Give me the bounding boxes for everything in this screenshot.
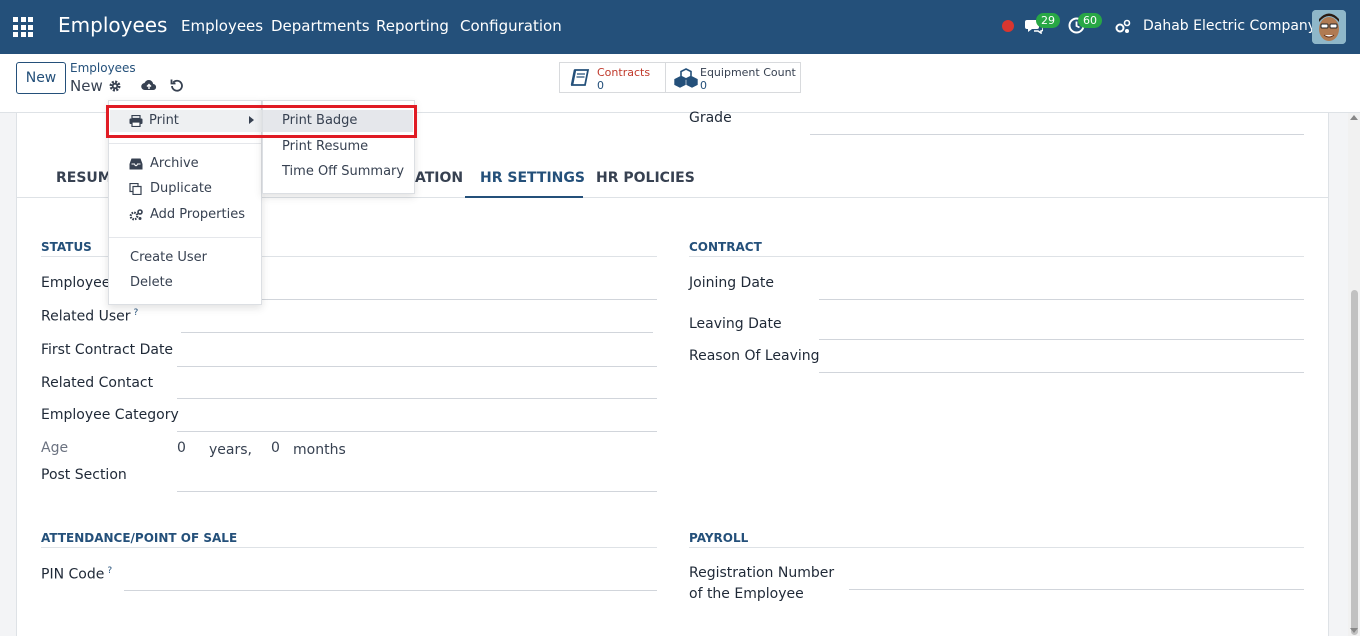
scroll-down-icon[interactable] bbox=[1350, 628, 1358, 633]
employee-category-label: Employee Category bbox=[41, 407, 179, 423]
first-contract-date-input[interactable] bbox=[177, 366, 657, 367]
menu-item-archive-label: Archive bbox=[150, 156, 199, 171]
leaving-date-input[interactable] bbox=[819, 339, 1304, 340]
gear-icon[interactable] bbox=[108, 79, 122, 93]
age-years-unit: years, bbox=[209, 442, 252, 458]
highlight-annotation-box bbox=[106, 105, 417, 138]
reason-of-leaving-input[interactable] bbox=[819, 372, 1304, 373]
menu-item-duplicate[interactable]: Duplicate bbox=[129, 181, 212, 196]
post-section-input[interactable] bbox=[177, 491, 657, 492]
contract-section-title: CONTRACT bbox=[689, 240, 762, 254]
menu-item-add-properties-label: Add Properties bbox=[150, 207, 245, 222]
cogs-icon bbox=[129, 209, 143, 221]
tab-hr-policies[interactable]: HR POLICIES bbox=[596, 170, 695, 186]
menu-item-duplicate-label: Duplicate bbox=[150, 181, 212, 196]
joining-date-label: Joining Date bbox=[689, 275, 775, 291]
record-status-dot-icon[interactable] bbox=[1002, 20, 1014, 32]
registration-number-label-line1: Registration Number bbox=[689, 565, 835, 581]
menu-divider bbox=[109, 143, 261, 144]
related-contact-label: Related Contact bbox=[41, 375, 154, 391]
book-icon bbox=[570, 69, 590, 86]
related-user-input[interactable] bbox=[181, 332, 653, 333]
scroll-thumb[interactable] bbox=[1351, 290, 1358, 635]
attendance-section-title: ATTENDANCE/POINT OF SALE bbox=[41, 531, 238, 545]
archive-inbox-icon bbox=[129, 158, 143, 170]
new-button[interactable]: New bbox=[16, 62, 66, 94]
age-years-value[interactable]: 0 bbox=[177, 440, 186, 456]
messages-count-badge: 29 bbox=[1036, 13, 1060, 28]
equipment-count-value: 0 bbox=[700, 79, 707, 92]
avatar-face-icon bbox=[1312, 10, 1346, 44]
breadcrumb-parent[interactable]: Employees bbox=[70, 61, 136, 75]
menu-item-delete[interactable]: Delete bbox=[130, 275, 173, 290]
payroll-section-title: PAYROLL bbox=[689, 531, 749, 545]
payroll-section-divider bbox=[689, 547, 1304, 548]
related-user-help-icon[interactable]: ? bbox=[134, 308, 139, 318]
menu-employees[interactable]: Employees bbox=[181, 17, 263, 35]
contract-section-divider bbox=[689, 256, 1304, 257]
active-tab-indicator bbox=[465, 196, 583, 198]
menu-reporting[interactable]: Reporting bbox=[376, 17, 449, 35]
pin-code-input[interactable] bbox=[124, 590, 657, 591]
pin-code-help-icon[interactable]: ? bbox=[107, 566, 112, 576]
contracts-smart-button[interactable]: Contracts 0 bbox=[559, 62, 666, 93]
joining-date-input[interactable] bbox=[819, 299, 1304, 300]
age-months-value[interactable]: 0 bbox=[271, 440, 280, 456]
scroll-up-icon[interactable] bbox=[1350, 115, 1358, 120]
related-contact-input[interactable] bbox=[177, 398, 657, 399]
equipment-smart-button[interactable]: Equipment Count 0 bbox=[665, 62, 801, 93]
discard-undo-icon[interactable] bbox=[170, 78, 184, 92]
breadcrumb-current: New bbox=[70, 77, 103, 95]
tab-hr-settings[interactable]: HR SETTINGS bbox=[480, 170, 585, 186]
menu-item-print-resume[interactable]: Print Resume bbox=[282, 139, 368, 154]
menu-departments[interactable]: Departments bbox=[271, 17, 370, 35]
menu-item-time-off-summary[interactable]: Time Off Summary bbox=[282, 164, 404, 179]
user-avatar[interactable] bbox=[1312, 10, 1346, 44]
attendance-section-divider bbox=[41, 547, 657, 548]
registration-number-input[interactable] bbox=[849, 589, 1304, 590]
contracts-label: Contracts bbox=[597, 66, 651, 79]
activities-count-badge: 60 bbox=[1078, 13, 1102, 28]
grade-input[interactable] bbox=[810, 134, 1304, 135]
copy-icon bbox=[129, 183, 142, 195]
first-contract-date-label: First Contract Date bbox=[41, 342, 174, 358]
age-label: Age bbox=[41, 440, 69, 456]
company-switch-icon[interactable] bbox=[1115, 19, 1131, 35]
tab-education[interactable]: ATION bbox=[415, 170, 463, 186]
menu-item-archive[interactable]: Archive bbox=[129, 156, 199, 171]
company-name[interactable]: Dahab Electric Company bbox=[1143, 18, 1316, 34]
post-section-label: Post Section bbox=[41, 467, 127, 483]
menu-divider bbox=[109, 237, 261, 238]
cubes-icon bbox=[674, 68, 698, 88]
equipment-count-label: Equipment Count bbox=[700, 66, 796, 79]
contracts-value: 0 bbox=[597, 79, 604, 92]
grade-label: Grade bbox=[689, 110, 732, 126]
employee-label: Employee bbox=[41, 275, 111, 291]
page-scrollbar[interactable] bbox=[1348, 113, 1360, 636]
registration-number-label-line2: of the Employee bbox=[689, 586, 804, 602]
related-user-label: Related User? bbox=[41, 308, 139, 325]
employee-category-input[interactable] bbox=[177, 431, 657, 432]
menu-item-add-properties[interactable]: Add Properties bbox=[129, 207, 245, 222]
app-title[interactable]: Employees bbox=[58, 13, 167, 37]
age-months-unit: months bbox=[293, 442, 346, 458]
status-section-title: STATUS bbox=[41, 240, 92, 254]
save-cloud-icon[interactable] bbox=[141, 78, 157, 92]
leaving-date-label: Leaving Date bbox=[689, 316, 782, 332]
menu-configuration[interactable]: Configuration bbox=[460, 17, 562, 35]
reason-of-leaving-label: Reason Of Leaving bbox=[689, 348, 820, 364]
pin-code-label: PIN Code? bbox=[41, 566, 113, 583]
top-navbar: Employees Employees Departments Reportin… bbox=[0, 0, 1360, 54]
menu-item-create-user[interactable]: Create User bbox=[130, 250, 207, 265]
apps-menu-icon[interactable] bbox=[13, 17, 33, 37]
